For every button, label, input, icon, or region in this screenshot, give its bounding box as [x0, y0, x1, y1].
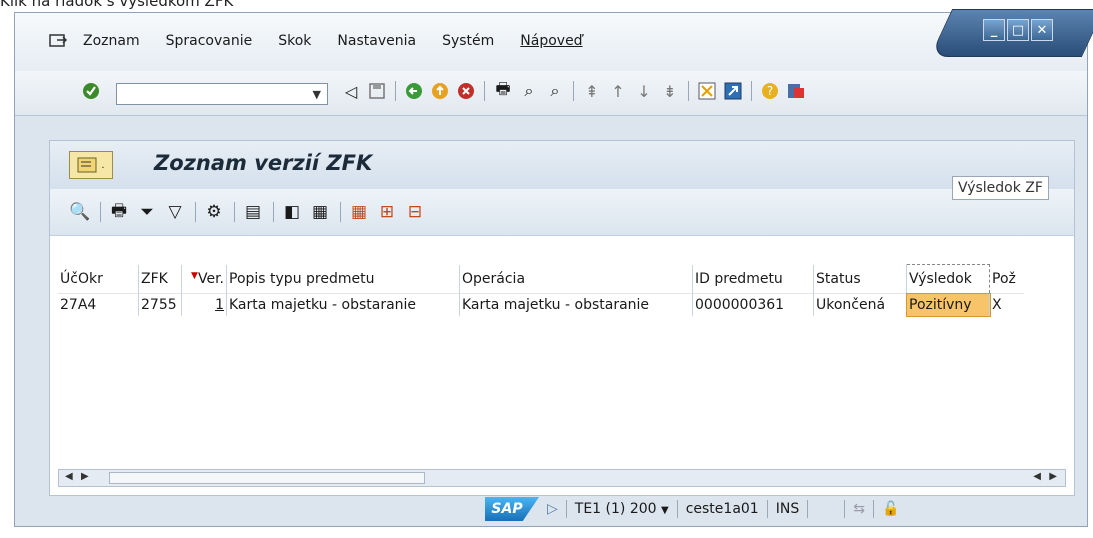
- maximize-icon[interactable]: □: [1007, 19, 1029, 41]
- scroll-left-icon[interactable]: ◀: [65, 471, 73, 482]
- prev-page-icon[interactable]: ↑: [608, 81, 628, 101]
- cell-popis[interactable]: Karta majetku - obstaranie: [226, 293, 460, 316]
- menu-napoved[interactable]: Nápoveď: [520, 33, 582, 49]
- layout-icon[interactable]: ▦: [349, 202, 369, 222]
- horizontal-scrollbar[interactable]: ◀ ▶ ◀ ▶: [58, 469, 1066, 487]
- sap-logo: SAP: [485, 497, 539, 521]
- page-caption: Klik na riadok s výsledkom ZFK: [0, 0, 234, 10]
- sum-icon[interactable]: ⚙: [204, 202, 224, 222]
- cell-poz[interactable]: X: [989, 293, 1024, 316]
- alv-toolbar: 🔍 🖶 ⏷ ▽ ⚙ ▤ ◧ ▦ ▦ ⊞ ⊟: [50, 189, 1074, 236]
- enter-icon[interactable]: [81, 81, 101, 101]
- scrollbar-thumb[interactable]: [109, 472, 425, 484]
- menu-skok[interactable]: Skok: [278, 33, 311, 49]
- menu-spracovanie[interactable]: Spracovanie: [166, 33, 253, 49]
- last-page-icon[interactable]: ⇟: [660, 81, 680, 101]
- scroll-right-icon[interactable]: ▶: [81, 471, 89, 482]
- system-info[interactable]: TE1 (1) 200 ▼: [575, 501, 669, 517]
- main-area: . Zoznam verzií ZFK 🔍 🖶 ⏷ ▽ ⚙ ▤ ◧ ▦ ▦ ⊞ …: [49, 140, 1075, 496]
- connection-icon: ⇆: [853, 501, 865, 517]
- col-header-ucokr[interactable]: ÚčOkr: [58, 264, 139, 294]
- tooltip: Výsledok ZF: [952, 176, 1049, 200]
- find-icon[interactable]: ⌕: [519, 81, 539, 101]
- cell-ucokr[interactable]: 27A4: [58, 293, 139, 316]
- main-header: . Zoznam verzií ZFK: [50, 141, 1074, 189]
- command-field[interactable]: ▼: [116, 83, 328, 105]
- col-header-zfk[interactable]: ZFK: [138, 264, 182, 294]
- page-title: Zoznam verzií ZFK: [154, 151, 373, 175]
- standard-toolbar: ▼ ◁ 🖶 ⌕ ⌕ ⇞ ↑ ↓ ⇟ ?: [15, 71, 1087, 116]
- sap-window: Zoznam Spracovanie Skok Nastavenia Systé…: [14, 9, 1093, 527]
- alv-grid: ÚčOkr ZFK ▼Ver. Popis typu predmetu Oper…: [58, 264, 1074, 317]
- scroll-right-icon[interactable]: ▶: [1049, 471, 1057, 482]
- details-icon[interactable]: 🔍: [69, 202, 90, 222]
- svg-text:?: ?: [767, 84, 773, 98]
- shortcut-icon[interactable]: [723, 81, 743, 101]
- filter-icon[interactable]: ▽: [165, 202, 185, 222]
- system-menu-icon[interactable]: [49, 33, 69, 49]
- find-next-icon[interactable]: ⌕: [545, 81, 565, 101]
- col-header-operacia[interactable]: Operácia: [459, 264, 693, 294]
- help-icon[interactable]: ?: [760, 81, 780, 101]
- cell-zfk[interactable]: 2755: [138, 293, 182, 316]
- cell-status[interactable]: Ukončená: [813, 293, 907, 316]
- window-controls: _ □ ✕: [911, 9, 1093, 57]
- minimize-icon[interactable]: _: [983, 19, 1005, 41]
- word-icon[interactable]: ▦: [310, 202, 330, 222]
- col-header-poz[interactable]: Pož: [989, 264, 1024, 294]
- col-header-vysledok[interactable]: Výsledok: [906, 264, 990, 294]
- create-session-icon[interactable]: [697, 81, 717, 101]
- col-header-ver[interactable]: ▼Ver.: [181, 264, 227, 294]
- cell-id[interactable]: 0000000361: [692, 293, 814, 316]
- export-icon[interactable]: ▤: [243, 202, 263, 222]
- insert-mode: INS: [775, 501, 800, 517]
- layout-save-icon[interactable]: ⊟: [405, 202, 425, 222]
- col-header-popis[interactable]: Popis typu predmetu: [226, 264, 460, 294]
- back-icon[interactable]: ◁: [341, 81, 361, 101]
- chevron-down-icon[interactable]: ▼: [313, 88, 321, 101]
- first-page-icon[interactable]: ⇞: [582, 81, 602, 101]
- col-header-status[interactable]: Status: [813, 264, 907, 294]
- title-bar: Zoznam Spracovanie Skok Nastavenia Systé…: [15, 9, 1093, 71]
- selection-button[interactable]: .: [69, 151, 113, 179]
- menu-system[interactable]: Systém: [442, 33, 494, 49]
- cell-ver[interactable]: 1: [181, 293, 227, 316]
- close-icon[interactable]: ✕: [1031, 19, 1053, 41]
- col-header-id[interactable]: ID predmetu: [692, 264, 814, 294]
- next-page-icon[interactable]: ↓: [634, 81, 654, 101]
- lock-icon[interactable]: 🔓: [882, 501, 899, 517]
- menu-zoznam[interactable]: Zoznam: [83, 33, 140, 49]
- print-icon[interactable]: 🖶: [109, 201, 129, 222]
- back-arrow-icon[interactable]: [404, 81, 424, 101]
- cell-operacia[interactable]: Karta majetku - obstaranie: [459, 293, 693, 316]
- cancel-icon[interactable]: [456, 81, 476, 101]
- scroll-left-icon[interactable]: ◀: [1033, 471, 1041, 482]
- excel-icon[interactable]: ◧: [282, 202, 302, 222]
- layout-change-icon[interactable]: ⊞: [377, 202, 397, 222]
- server-name: ceste1a01: [685, 501, 759, 517]
- customize-icon[interactable]: [786, 81, 806, 101]
- sort-asc-icon[interactable]: ⏷: [137, 202, 157, 222]
- save-icon[interactable]: [367, 81, 387, 101]
- status-expand-icon[interactable]: ▷: [547, 501, 558, 517]
- print-icon[interactable]: 🖶: [493, 79, 513, 101]
- table-row[interactable]: 27A4 2755 1 Karta majetku - obstaranie K…: [58, 292, 1024, 317]
- menu-nastavenia[interactable]: Nastavenia: [337, 33, 416, 49]
- cell-vysledok[interactable]: Pozitívny: [905, 292, 991, 317]
- exit-icon[interactable]: [430, 81, 450, 101]
- status-bar: SAP ▷ TE1 (1) 200 ▼ ceste1a01 INS ⇆ 🔓: [485, 497, 899, 521]
- menu-bar: Zoznam Spracovanie Skok Nastavenia Systé…: [49, 33, 609, 49]
